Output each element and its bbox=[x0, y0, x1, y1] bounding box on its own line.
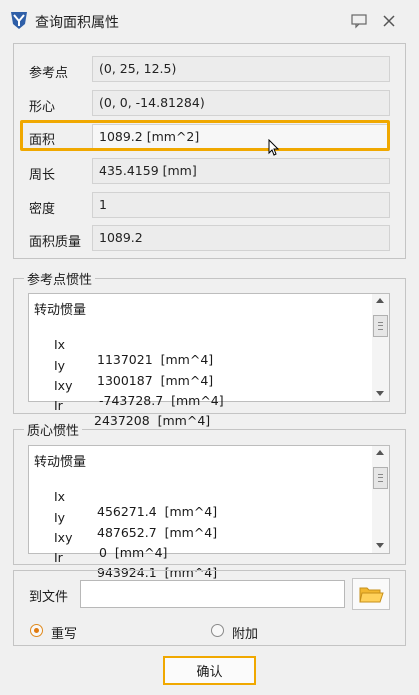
ref-inertia-list[interactable]: 转动惯量 Ix 1137021 [mm^4] Iy 1300187 [mm^4]… bbox=[28, 293, 390, 428]
reference-point-field[interactable]: (0, 25, 12.5) bbox=[92, 56, 390, 82]
area-mass-label: 面积质量 bbox=[29, 235, 82, 250]
centroid-label: 形心 bbox=[29, 100, 56, 115]
highlight-box bbox=[20, 120, 390, 151]
close-icon[interactable] bbox=[380, 12, 398, 30]
ref-inertia-title: 参考点惯性 bbox=[24, 269, 96, 288]
browse-button[interactable] bbox=[352, 578, 390, 610]
scroll-down-icon[interactable] bbox=[376, 543, 384, 548]
centroid-inertia-scrollbar[interactable] bbox=[372, 446, 389, 553]
app-logo-icon bbox=[11, 12, 27, 29]
centroid-inertia-heading: 转动惯量 bbox=[34, 455, 87, 470]
overwrite-radio[interactable] bbox=[30, 624, 43, 637]
perimeter-label: 周长 bbox=[29, 168, 56, 183]
help-icon[interactable] bbox=[350, 12, 368, 30]
append-radio[interactable] bbox=[211, 624, 224, 637]
scroll-down-icon[interactable] bbox=[376, 391, 384, 396]
ref-inertia-scrollbar[interactable] bbox=[372, 294, 389, 401]
scroll-thumb[interactable] bbox=[373, 315, 388, 337]
reference-point-label: 参考点 bbox=[29, 66, 69, 81]
confirm-button[interactable]: 确认 bbox=[163, 656, 256, 685]
scroll-thumb[interactable] bbox=[373, 467, 388, 489]
scroll-up-icon[interactable] bbox=[376, 450, 384, 455]
perimeter-field[interactable]: 435.4159 [mm] bbox=[92, 158, 390, 184]
area-mass-field[interactable]: 1089.2 bbox=[92, 225, 390, 251]
folder-icon bbox=[359, 587, 384, 603]
append-label: 附加 bbox=[232, 627, 259, 642]
to-file-label: 到文件 bbox=[29, 590, 69, 605]
centroid-field[interactable]: (0, 0, -14.81284) bbox=[92, 90, 390, 116]
window-title: 查询面积属性 bbox=[35, 15, 119, 31]
file-path-input[interactable] bbox=[80, 580, 345, 608]
centroid-inertia-title: 质心惯性 bbox=[24, 420, 83, 439]
title-bar: 查询面积属性 bbox=[0, 0, 419, 43]
density-field[interactable]: 1 bbox=[92, 192, 390, 218]
overwrite-label: 重写 bbox=[51, 627, 78, 642]
scroll-up-icon[interactable] bbox=[376, 298, 384, 303]
mouse-cursor-icon bbox=[268, 139, 280, 156]
density-label: 密度 bbox=[29, 202, 56, 217]
ref-inertia-heading: 转动惯量 bbox=[34, 303, 87, 318]
centroid-inertia-list[interactable]: 转动惯量 Ix 456271.4 [mm^4] Iy 487652.7 [mm^… bbox=[28, 445, 390, 580]
